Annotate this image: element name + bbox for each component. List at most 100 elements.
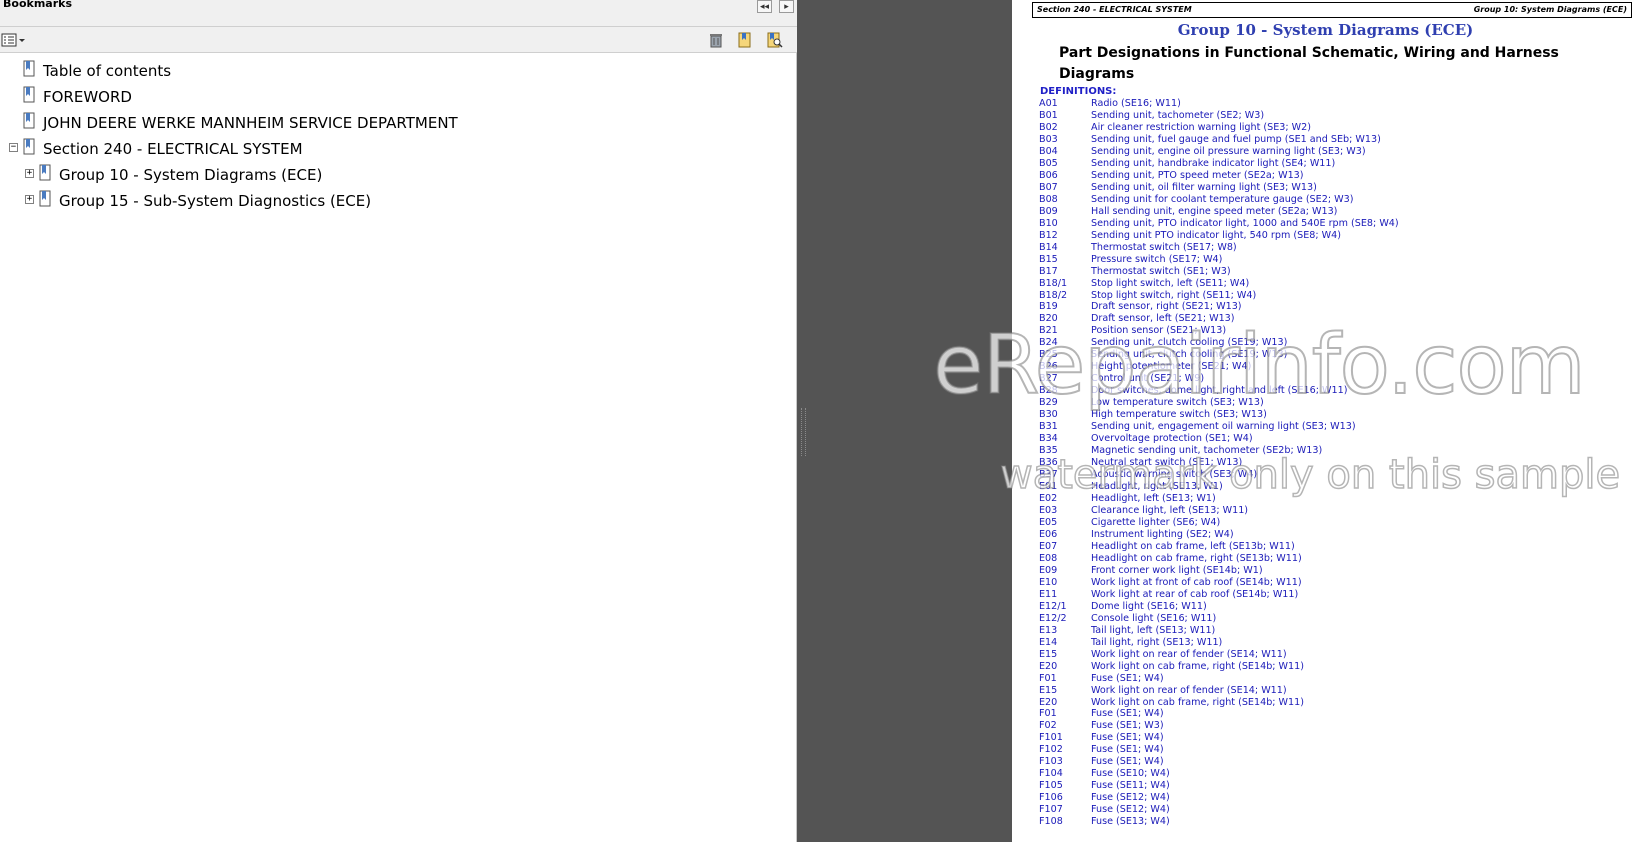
- part-description: Sending unit, PTO indicator light, 1000 …: [1091, 217, 1399, 229]
- part-description: Magnetic sending unit, tachometer (SE2b;…: [1091, 445, 1323, 457]
- collapse-panel-icon[interactable]: ◂◂: [757, 0, 772, 13]
- part-code: B09: [1039, 205, 1058, 217]
- part-description: Headlight on cab frame, right (SE13b; W1…: [1091, 552, 1302, 564]
- bookmark-label: Group 15 - Sub-System Diagnostics (ECE): [59, 192, 372, 210]
- part-description: Radio (SE16; W11): [1091, 98, 1181, 109]
- part-code: B10: [1039, 217, 1058, 229]
- part-description: Sending unit PTO indicator light, 540 rp…: [1091, 229, 1341, 241]
- part-description: Fuse (SE11; W4): [1091, 780, 1170, 792]
- part-description: Sending unit, handbrake indicator light …: [1091, 157, 1336, 169]
- definitions-label: DEFINITIONS:: [1040, 86, 1117, 97]
- options-list-icon: [1, 33, 25, 47]
- bookmark-item[interactable]: + Group 10 - System Diagrams (ECE): [0, 162, 790, 186]
- part-code: E20: [1039, 696, 1058, 708]
- part-code: B28: [1039, 385, 1058, 397]
- document-page: Section 240 - ELECTRICAL SYSTEM Group 10…: [1012, 0, 1639, 842]
- part-code: E15: [1039, 684, 1058, 696]
- part-code: F104: [1039, 768, 1063, 780]
- part-description: Sending unit, PTO speed meter (SE2a; W13…: [1091, 169, 1304, 181]
- panel-arrow-icon[interactable]: ▸: [779, 0, 794, 13]
- panel-resize-handle[interactable]: [801, 408, 806, 456]
- new-bookmark-icon[interactable]: [736, 31, 754, 49]
- bookmarks-title: Bookmarks: [3, 0, 72, 10]
- part-description: Fuse (SE1; W4): [1091, 708, 1164, 720]
- part-code: E07: [1039, 540, 1058, 552]
- bookmark-item[interactable]: FOREWORD: [0, 84, 790, 108]
- part-code: F101: [1039, 732, 1063, 744]
- part-description: Instrument lighting (SE2; W4): [1091, 528, 1234, 540]
- part-description: Headlight on cab frame, left (SE13b; W11…: [1091, 540, 1295, 552]
- part-description: Stop light switch, left (SE11; W4): [1091, 277, 1250, 289]
- bookmark-item[interactable]: + Group 15 - Sub-System Diagnostics (ECE…: [0, 188, 790, 212]
- bookmark-icon: [39, 164, 51, 181]
- part-description: Work light on rear of fender (SE14; W11): [1091, 648, 1287, 660]
- part-description: Work light on rear of fender (SE14; W11): [1091, 684, 1287, 696]
- part-code: E11: [1039, 588, 1058, 600]
- document-background: [797, 0, 1012, 842]
- bookmark-label: Table of contents: [43, 62, 172, 80]
- part-code: B03: [1039, 133, 1058, 145]
- part-description: Sending unit, oil filter warning light (…: [1091, 181, 1317, 193]
- part-description: Fuse (SE1; W4): [1091, 672, 1164, 684]
- part-description: Sending unit, clutch cooling (SE19; W13): [1091, 337, 1288, 349]
- bookmark-icon: [23, 138, 35, 155]
- trash-icon[interactable]: [707, 31, 725, 49]
- part-description: Control unit (SE21; W9): [1091, 373, 1205, 385]
- part-description: Draft sensor, left (SE21; W13): [1091, 313, 1235, 325]
- part-description: Sending unit for coolant temperature gau…: [1091, 193, 1354, 205]
- part-description: Console light (SE16; W11): [1091, 612, 1217, 624]
- expand-toggle[interactable]: +: [25, 169, 34, 178]
- part-description: Fuse (SE10; W4): [1091, 768, 1170, 780]
- part-designations-heading: Part Designations in Functional Schemati…: [1059, 45, 1559, 82]
- part-code: E13: [1039, 624, 1058, 636]
- part-description: Tail light, left (SE13; W11): [1091, 624, 1216, 636]
- bookmark-item[interactable]: JOHN DEERE WERKE MANNHEIM SERVICE DEPART…: [0, 110, 790, 134]
- bookmark-label: FOREWORD: [43, 88, 132, 106]
- part-code: F01: [1039, 672, 1057, 684]
- part-description: Thermostat switch (SE17; W8): [1091, 241, 1237, 253]
- part-code: B19: [1039, 301, 1058, 313]
- bookmark-label: JOHN DEERE WERKE MANNHEIM SERVICE DEPART…: [43, 114, 458, 132]
- part-code: B35: [1039, 445, 1058, 457]
- bookmark-label: Group 10 - System Diagrams (ECE): [59, 166, 323, 184]
- part-description: Low temperature switch (SE3; W13): [1091, 397, 1264, 409]
- page-header: Section 240 - ELECTRICAL SYSTEM Group 10…: [1032, 2, 1632, 18]
- part-description: Headlight, left (SE13; W1): [1091, 493, 1216, 504]
- header-section: Section 240 - ELECTRICAL SYSTEM: [1037, 5, 1192, 14]
- part-code: B18/1: [1039, 277, 1068, 289]
- part-description: Position sensor (SE21; W13): [1091, 325, 1227, 337]
- bookmarks-panel: Bookmarks ◂◂ ▸ Table of contents FOREWOR…: [0, 0, 797, 842]
- bookmarks-titlebar: Bookmarks ◂◂ ▸: [0, 0, 797, 27]
- find-bookmark-icon[interactable]: [765, 31, 783, 49]
- part-code: B17: [1039, 265, 1058, 277]
- part-code: F102: [1039, 744, 1063, 756]
- part-code: E15: [1039, 648, 1058, 660]
- part-description: Fuse (SE12; W4): [1091, 792, 1170, 804]
- part-description: Clearance light, left (SE13; W11): [1091, 504, 1249, 516]
- collapse-toggle[interactable]: −: [9, 143, 18, 152]
- part-code: F107: [1039, 804, 1063, 816]
- part-code: B26: [1039, 361, 1058, 373]
- options-menu-button[interactable]: [1, 32, 27, 48]
- part-code: B15: [1039, 253, 1058, 265]
- part-description: Fuse (SE1; W4): [1091, 756, 1164, 768]
- bookmark-item[interactable]: Table of contents: [0, 58, 790, 82]
- part-description: Acoustic warning switch (SE3; W4): [1091, 469, 1258, 481]
- expand-toggle[interactable]: +: [25, 195, 34, 204]
- part-code: E09: [1039, 564, 1058, 576]
- part-description: Thermostat switch (SE1; W3): [1091, 265, 1231, 277]
- part-description: Height potentiometer (SE21; W4): [1091, 361, 1252, 373]
- part-description: Fuse (SE12; W4): [1091, 804, 1170, 816]
- part-code: E03: [1039, 504, 1058, 516]
- part-code: B12: [1039, 229, 1058, 241]
- part-description: Draft sensor, right (SE21; W13): [1091, 301, 1242, 313]
- part-code: E01: [1039, 481, 1058, 493]
- part-code: E02: [1039, 493, 1058, 504]
- part-description: Work light on cab frame, right (SE14b; W…: [1091, 660, 1304, 672]
- part-code: E05: [1039, 516, 1058, 528]
- header-group: Group 10: System Diagrams (ECE): [1473, 5, 1627, 14]
- bookmark-item[interactable]: − Section 240 - ELECTRICAL SYSTEM: [0, 136, 790, 160]
- part-code: F103: [1039, 756, 1063, 768]
- part-code: B25: [1039, 349, 1058, 361]
- part-description: High temperature switch (SE3; W13): [1091, 409, 1267, 421]
